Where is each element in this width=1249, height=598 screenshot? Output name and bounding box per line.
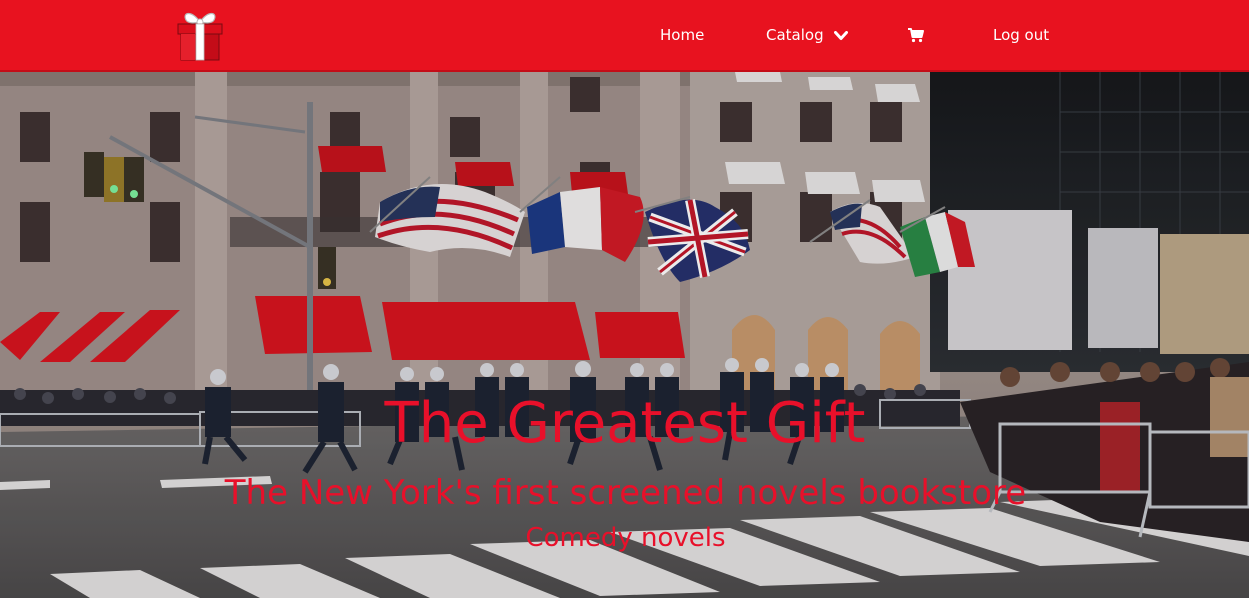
- shopping-cart-icon[interactable]: [907, 26, 925, 44]
- nav-catalog-label: Catalog: [766, 26, 824, 44]
- nav-catalog-dropdown[interactable]: Catalog: [766, 24, 849, 46]
- hero-banner: The Greatest Gift The New York's first s…: [0, 72, 1249, 598]
- hero-subtitle: The New York's first screened novels boo…: [224, 473, 1027, 513]
- hero-tagline: Comedy novels: [525, 523, 726, 553]
- top-navbar: Home Catalog Log out: [0, 0, 1249, 72]
- nav-home-link[interactable]: Home: [660, 24, 704, 46]
- chevron-down-icon: [834, 30, 849, 40]
- nav-logout-link[interactable]: Log out: [993, 24, 1049, 46]
- hero-title: The Greatest Gift: [384, 391, 866, 456]
- gift-box-icon[interactable]: [174, 8, 226, 62]
